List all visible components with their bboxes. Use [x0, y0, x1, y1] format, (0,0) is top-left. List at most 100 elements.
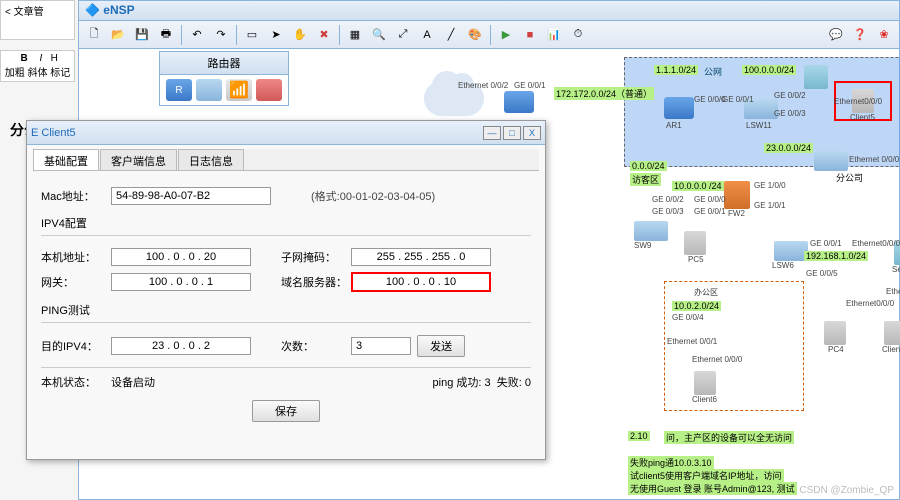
line-icon[interactable]: ╱: [440, 24, 462, 46]
fw2-label: FW2: [728, 209, 745, 218]
count-input[interactable]: [351, 337, 411, 355]
mac-format-hint: (格式:00-01-02-03-04-05): [311, 188, 435, 204]
send-button[interactable]: 发送: [417, 335, 465, 357]
new-icon[interactable]: 🗋: [83, 24, 105, 46]
server4-label: Server4: [892, 265, 900, 274]
pub-net-label: 1.1.1.0/24: [654, 65, 698, 75]
italic-btn[interactable]: I: [34, 53, 48, 64]
gateway-input[interactable]: [111, 273, 251, 291]
open-icon[interactable]: 📂: [107, 24, 129, 46]
fit-icon[interactable]: ⤢: [392, 24, 414, 46]
undo-icon[interactable]: ↶: [186, 24, 208, 46]
stop-icon[interactable]: ■: [519, 24, 541, 46]
if-ge04: GE 0/0/4: [672, 313, 704, 322]
hand-icon[interactable]: ✋: [289, 24, 311, 46]
huawei-icon[interactable]: ❀: [873, 24, 895, 46]
time-icon[interactable]: ⏱: [567, 24, 589, 46]
tab-basic[interactable]: 基础配置: [33, 149, 99, 170]
pointer-icon[interactable]: ➤: [265, 24, 287, 46]
app-logo-icon: Ε: [31, 127, 38, 139]
dmz1-label: 0.0.0/24: [630, 161, 667, 171]
save-button[interactable]: 保存: [252, 400, 320, 422]
lsw6-switch-icon[interactable]: [774, 241, 808, 261]
if-ge01-a: GE 0/0/1: [514, 81, 546, 90]
if-ge00-b: GE 0/0/0: [694, 195, 726, 204]
ping-fail: 失败: 0: [497, 374, 531, 390]
client6-icon[interactable]: [694, 371, 716, 395]
if-ge03-b: GE 0/0/3: [652, 207, 684, 216]
mark-lbl: 标记: [50, 68, 70, 79]
wan-net-label: 172.172.0.0/24（普通）: [554, 87, 654, 100]
edge-router-icon[interactable]: [504, 91, 534, 113]
sw9-label: SW9: [634, 241, 651, 250]
srv-net-label: 100.0.0.0/24: [742, 65, 796, 75]
zoom-icon[interactable]: 🔍: [368, 24, 390, 46]
branch-switch-icon[interactable]: [814, 151, 848, 171]
if-ge03-a: GE 0/0/3: [774, 109, 806, 118]
palette-icon[interactable]: 🎨: [464, 24, 486, 46]
fw-device-icon[interactable]: [256, 79, 282, 101]
pc5-icon[interactable]: [684, 231, 706, 255]
if-ge01-b: GE 0/0/1: [722, 95, 754, 104]
bold-btn[interactable]: B: [17, 53, 31, 64]
note4-label: 无使用Guest 登录 账号Admin@123, 测试: [628, 482, 797, 495]
palette-title: 路由器: [160, 52, 288, 75]
format-toolbar: B I H 加粗 斜体 标记: [0, 50, 75, 82]
if-e00-pc4: Ethernet0/0/0: [846, 299, 894, 308]
branch-net-label: 23.0.0.0/24: [764, 143, 813, 153]
if-ge00-a: GE 0/0/0: [694, 95, 726, 104]
bold-lbl: 加粗: [5, 68, 25, 79]
client4-label: Client4: [882, 345, 900, 354]
close-button[interactable]: X: [523, 126, 541, 140]
dmz2-label: 访客区: [630, 173, 661, 186]
if-e00-pc6: Ethernet 0/0/0: [849, 155, 899, 164]
client6-label: Client6: [692, 395, 717, 404]
note3-label: 试client5使用客户端域名IP地址，访问: [628, 469, 784, 482]
text-icon[interactable]: A: [416, 24, 438, 46]
client4-icon[interactable]: [884, 321, 900, 345]
lsw11-label: LSW11: [746, 121, 772, 130]
n210-label: 2.10: [628, 431, 650, 441]
pc4-icon[interactable]: [824, 321, 846, 345]
select-icon[interactable]: ▭: [241, 24, 263, 46]
dest-ip-input[interactable]: [111, 337, 251, 355]
if-e00-c4: Ethernet0/0/0: [886, 287, 900, 296]
msg-icon[interactable]: 💬: [825, 24, 847, 46]
dns-input[interactable]: [351, 272, 491, 292]
if-ge01-c: GE 0/0/1: [694, 207, 726, 216]
dialog-title: Client5: [41, 127, 75, 139]
host-ip-input[interactable]: [111, 248, 251, 266]
mac-input[interactable]: [111, 187, 271, 205]
grid-icon[interactable]: ▦: [344, 24, 366, 46]
redo-icon[interactable]: ↷: [210, 24, 232, 46]
dialog-tabs: 基础配置 客户端信息 日志信息: [33, 149, 539, 171]
h-btn[interactable]: H: [51, 53, 58, 64]
sw9-switch-icon[interactable]: [634, 221, 668, 241]
help-icon[interactable]: ❓: [849, 24, 871, 46]
if-ge02-b: GE 0/0/2: [652, 195, 684, 204]
ar1-router-icon[interactable]: [664, 97, 694, 119]
if-ge01-d: GE 0/0/1: [810, 239, 842, 248]
host-ip-label: 本机地址：: [41, 249, 111, 265]
save-icon[interactable]: 💾: [131, 24, 153, 46]
device-palette: 路由器 R 📶: [159, 51, 289, 106]
dns-label: 域名服务器：: [281, 274, 351, 290]
start-icon[interactable]: ▶: [495, 24, 517, 46]
dialog-titlebar[interactable]: Ε Client5 — □ X: [27, 121, 545, 145]
ap-device-icon[interactable]: 📶: [226, 79, 252, 101]
capture-icon[interactable]: 📊: [543, 24, 565, 46]
router-device-icon[interactable]: R: [166, 79, 192, 101]
count-label: 次数：: [281, 338, 351, 354]
ping-section-label: PING测试: [41, 302, 531, 318]
tab-log[interactable]: 日志信息: [178, 149, 244, 170]
switch-device-icon[interactable]: [196, 79, 222, 101]
mask-input[interactable]: [351, 248, 491, 266]
tab-client-info[interactable]: 客户端信息: [100, 149, 177, 170]
maximize-button[interactable]: □: [503, 126, 521, 140]
article-back[interactable]: < 文章管: [0, 0, 75, 40]
fw2-icon[interactable]: [724, 181, 750, 209]
print-icon[interactable]: 🖶: [155, 24, 177, 46]
delete-icon[interactable]: ✖: [313, 24, 335, 46]
minimize-button[interactable]: —: [483, 126, 501, 140]
server-top-icon[interactable]: [804, 65, 828, 89]
